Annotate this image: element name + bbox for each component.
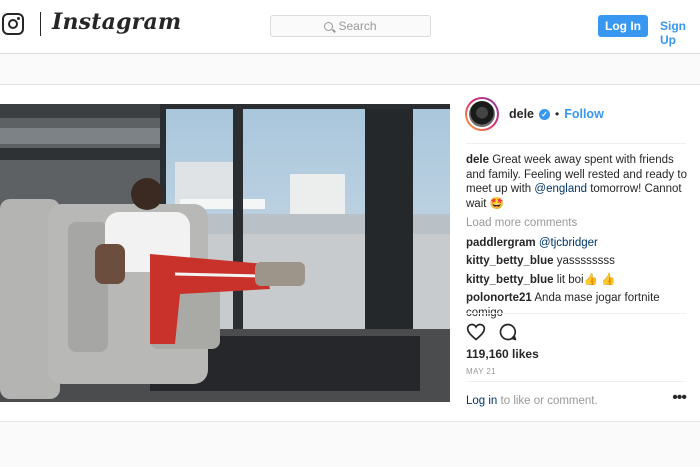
login-button[interactable]: Log In bbox=[598, 15, 648, 37]
login-prompt-text: to like or comment. bbox=[497, 395, 598, 407]
login-link[interactable]: Log in bbox=[466, 395, 497, 407]
separator-dot: • bbox=[555, 107, 560, 121]
likes-count[interactable]: 119,160 likes bbox=[466, 347, 539, 361]
load-more-comments-button[interactable]: Load more comments bbox=[466, 216, 688, 231]
comment-item: polonorte21 Anda mase jogar fortnite com… bbox=[466, 291, 688, 320]
comment-icon[interactable] bbox=[498, 322, 518, 342]
instagram-camera-icon[interactable] bbox=[2, 13, 24, 35]
login-separator bbox=[466, 381, 686, 382]
comment-text: yassssssss bbox=[556, 255, 615, 267]
comment-item: kitty_betty_blue lit boi👍 👍 bbox=[466, 273, 688, 288]
author-username[interactable]: dele bbox=[509, 107, 534, 121]
signup-link[interactable]: Sign Up bbox=[660, 19, 700, 47]
post-photo[interactable] bbox=[0, 104, 450, 402]
post-caption: dele Great week away spent with friends … bbox=[466, 153, 688, 211]
caption-username[interactable]: dele bbox=[466, 154, 489, 166]
more-options-icon[interactable]: ••• bbox=[672, 389, 687, 407]
comment-username[interactable]: paddlergram bbox=[466, 237, 536, 249]
actions-separator bbox=[466, 313, 686, 314]
comments-list: dele Great week away spent with friends … bbox=[466, 153, 688, 324]
login-prompt: Log in to like or comment. ••• bbox=[466, 389, 687, 407]
heart-icon[interactable] bbox=[466, 322, 486, 342]
comment-item: paddlergram @tjcbridger bbox=[466, 236, 688, 251]
post-photo-image bbox=[0, 104, 450, 402]
caption-mention[interactable]: @england bbox=[534, 183, 587, 195]
post-actions bbox=[466, 322, 518, 342]
comment-username[interactable]: kitty_betty_blue bbox=[466, 255, 554, 267]
post-author-header: dele ✓ • Follow bbox=[465, 97, 604, 131]
top-navigation-bar: Instagram Search Log In Sign Up bbox=[0, 0, 700, 54]
comment-item: kitty_betty_blue yassssssss bbox=[466, 254, 688, 269]
header-separator bbox=[466, 143, 686, 144]
search-input[interactable]: Search bbox=[270, 15, 431, 37]
avatar[interactable] bbox=[465, 97, 499, 131]
comment-username[interactable]: polonorte21 bbox=[466, 292, 532, 304]
search-placeholder: Search bbox=[338, 19, 377, 33]
comment-username[interactable]: kitty_betty_blue bbox=[466, 274, 554, 286]
post-card: dele ✓ • Follow dele Great week away spe… bbox=[0, 84, 700, 422]
post-date: MAY 21 bbox=[466, 367, 497, 376]
search-icon bbox=[324, 21, 334, 31]
avatar-image bbox=[469, 101, 495, 127]
post-sidebar: dele ✓ • Follow dele Great week away spe… bbox=[450, 85, 700, 423]
instagram-wordmark[interactable]: Instagram bbox=[52, 9, 181, 35]
verified-badge-icon: ✓ bbox=[539, 108, 551, 120]
header-divider bbox=[40, 12, 41, 36]
comment-text: lit boi👍 👍 bbox=[556, 273, 616, 286]
comment-text[interactable]: @tjcbridger bbox=[539, 237, 598, 249]
follow-button[interactable]: Follow bbox=[564, 107, 604, 121]
